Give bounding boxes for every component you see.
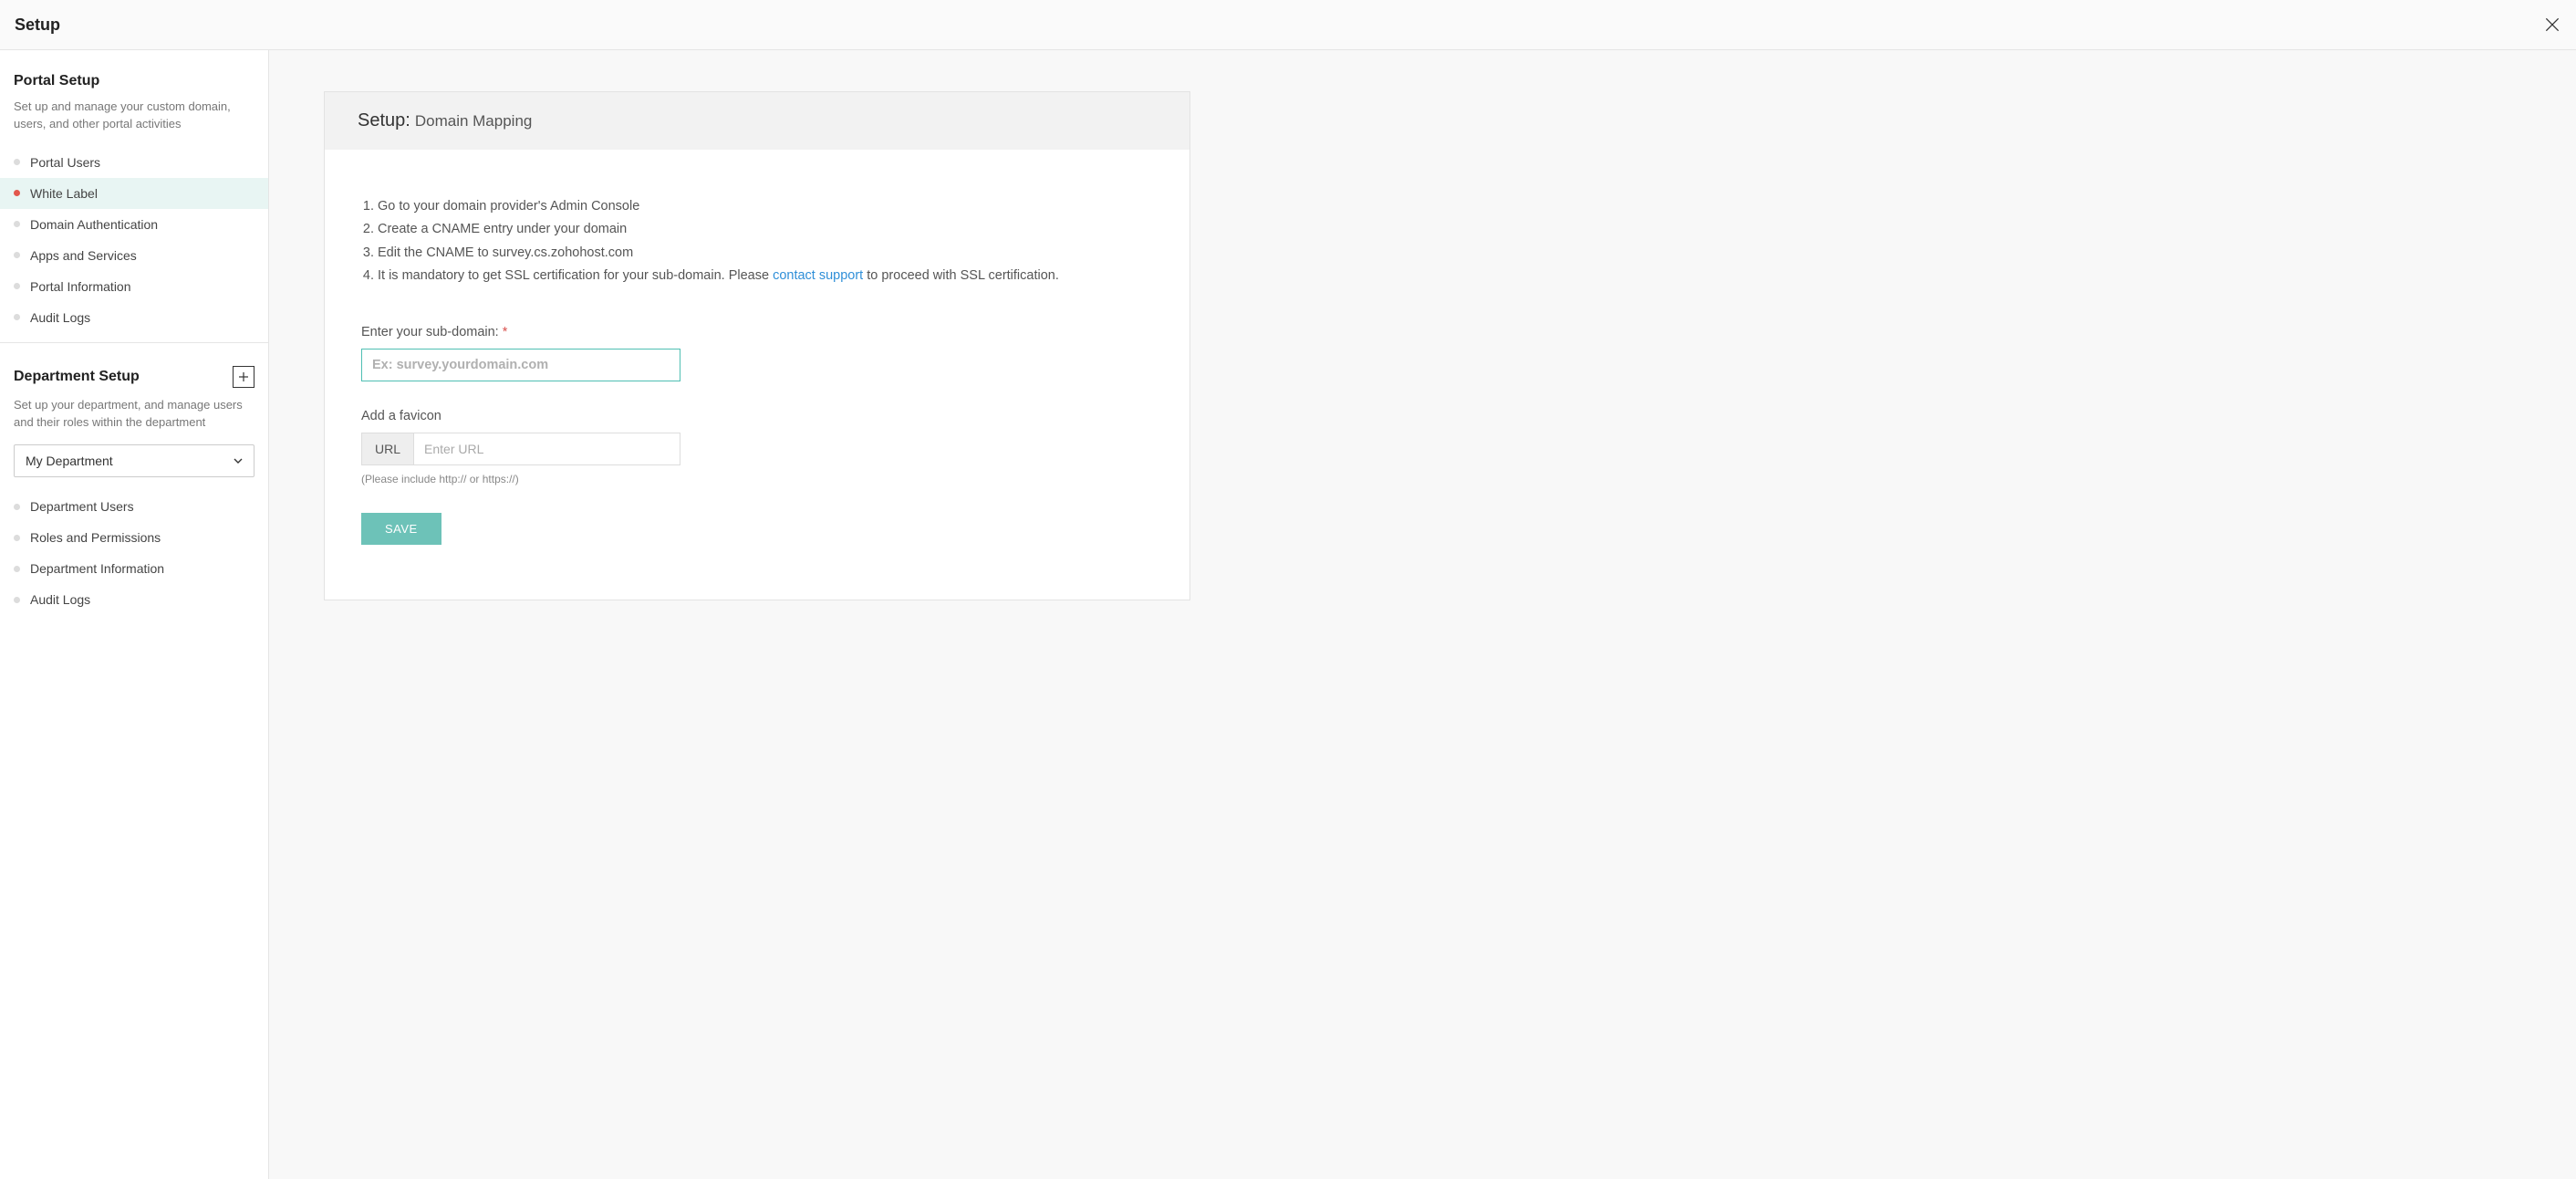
bullet-icon bbox=[14, 252, 20, 258]
chevron-down-icon bbox=[234, 456, 243, 465]
favicon-url-row: URL bbox=[361, 433, 680, 465]
instruction-step: Create a CNAME entry under your domain bbox=[378, 218, 1153, 241]
close-icon[interactable] bbox=[2543, 16, 2561, 34]
bullet-icon bbox=[14, 221, 20, 227]
sidebar-item-dept-audit-logs[interactable]: Audit Logs bbox=[0, 584, 268, 615]
add-department-button[interactable] bbox=[233, 366, 254, 388]
portal-setup-title: Portal Setup bbox=[14, 73, 99, 89]
panel-body: Go to your domain provider's Admin Conso… bbox=[325, 150, 1189, 600]
bullet-icon bbox=[14, 566, 20, 572]
bullet-icon bbox=[14, 314, 20, 320]
sidebar-item-label: Apps and Services bbox=[30, 248, 137, 263]
sidebar-item-label: Audit Logs bbox=[30, 310, 90, 325]
domain-mapping-panel: Setup: Domain Mapping Go to your domain … bbox=[324, 91, 1190, 600]
favicon-hint: (Please include http:// or https://) bbox=[361, 473, 1153, 485]
sidebar-item-label: White Label bbox=[30, 186, 98, 201]
subdomain-label-text: Enter your sub-domain: bbox=[361, 325, 499, 339]
sidebar-item-domain-authentication[interactable]: Domain Authentication bbox=[0, 209, 268, 240]
panel-title-prefix: Setup: bbox=[358, 110, 410, 130]
sidebar-item-label: Portal Users bbox=[30, 155, 100, 170]
favicon-url-input[interactable] bbox=[414, 433, 680, 464]
favicon-label: Add a favicon bbox=[361, 409, 1153, 423]
portal-nav: Portal Users White Label Domain Authenti… bbox=[0, 147, 268, 333]
department-select-value: My Department bbox=[26, 454, 113, 468]
sidebar-item-department-information[interactable]: Department Information bbox=[0, 553, 268, 584]
sidebar-item-label: Roles and Permissions bbox=[30, 530, 161, 545]
instruction-step: Go to your domain provider's Admin Conso… bbox=[378, 195, 1153, 218]
sidebar-item-label: Audit Logs bbox=[30, 592, 90, 607]
department-setup-desc: Set up your department, and manage users… bbox=[0, 397, 268, 445]
portal-setup-desc: Set up and manage your custom domain, us… bbox=[0, 99, 268, 147]
sidebar-item-roles-permissions[interactable]: Roles and Permissions bbox=[0, 522, 268, 553]
sidebar-item-department-users[interactable]: Department Users bbox=[0, 491, 268, 522]
page-title: Setup bbox=[15, 16, 60, 35]
subdomain-label: Enter your sub-domain: * bbox=[361, 325, 1153, 339]
panel-header: Setup: Domain Mapping bbox=[325, 92, 1189, 150]
portal-setup-heading: Portal Setup bbox=[0, 73, 268, 99]
sidebar: Portal Setup Set up and manage your cust… bbox=[0, 50, 269, 1179]
contact-support-link[interactable]: contact support bbox=[773, 268, 863, 283]
subdomain-field-group: Enter your sub-domain: * bbox=[361, 325, 1153, 381]
save-button[interactable]: SAVE bbox=[361, 513, 441, 545]
department-nav: Department Users Roles and Permissions D… bbox=[0, 491, 268, 615]
sidebar-item-apps-and-services[interactable]: Apps and Services bbox=[0, 240, 268, 271]
panel-title: Domain Mapping bbox=[415, 112, 533, 130]
department-setup-section: Department Setup Set up your department,… bbox=[0, 343, 268, 625]
required-indicator: * bbox=[503, 325, 508, 339]
sidebar-item-portal-users[interactable]: Portal Users bbox=[0, 147, 268, 178]
sidebar-item-audit-logs[interactable]: Audit Logs bbox=[0, 302, 268, 333]
instruction-step: Edit the CNAME to survey.cs.zohohost.com bbox=[378, 242, 1153, 265]
portal-setup-section: Portal Setup Set up and manage your cust… bbox=[0, 50, 268, 343]
sidebar-item-portal-information[interactable]: Portal Information bbox=[0, 271, 268, 302]
bullet-icon bbox=[14, 597, 20, 603]
instruction-step: It is mandatory to get SSL certification… bbox=[378, 265, 1153, 287]
sidebar-item-label: Department Information bbox=[30, 561, 164, 576]
sidebar-item-label: Department Users bbox=[30, 499, 134, 514]
sidebar-item-label: Portal Information bbox=[30, 279, 131, 294]
bullet-icon bbox=[14, 190, 20, 196]
main-content: Setup: Domain Mapping Go to your domain … bbox=[269, 50, 2576, 1179]
instruction-text: to proceed with SSL certification. bbox=[863, 268, 1059, 283]
sidebar-item-label: Domain Authentication bbox=[30, 217, 158, 232]
bullet-icon bbox=[14, 535, 20, 541]
sidebar-item-white-label[interactable]: White Label bbox=[0, 178, 268, 209]
instruction-text: It is mandatory to get SSL certification… bbox=[378, 268, 773, 283]
top-header: Setup bbox=[0, 0, 2576, 50]
plus-icon bbox=[238, 371, 249, 382]
bullet-icon bbox=[14, 159, 20, 165]
bullet-icon bbox=[14, 283, 20, 289]
favicon-field-group: Add a favicon URL (Please include http:/… bbox=[361, 409, 1153, 485]
bullet-icon bbox=[14, 504, 20, 510]
department-select[interactable]: My Department bbox=[14, 444, 254, 477]
url-prefix-label: URL bbox=[362, 433, 414, 464]
instructions-list: Go to your domain provider's Admin Conso… bbox=[361, 195, 1153, 288]
subdomain-input[interactable] bbox=[361, 349, 680, 381]
department-setup-heading: Department Setup bbox=[0, 366, 268, 397]
department-setup-title: Department Setup bbox=[14, 369, 140, 385]
